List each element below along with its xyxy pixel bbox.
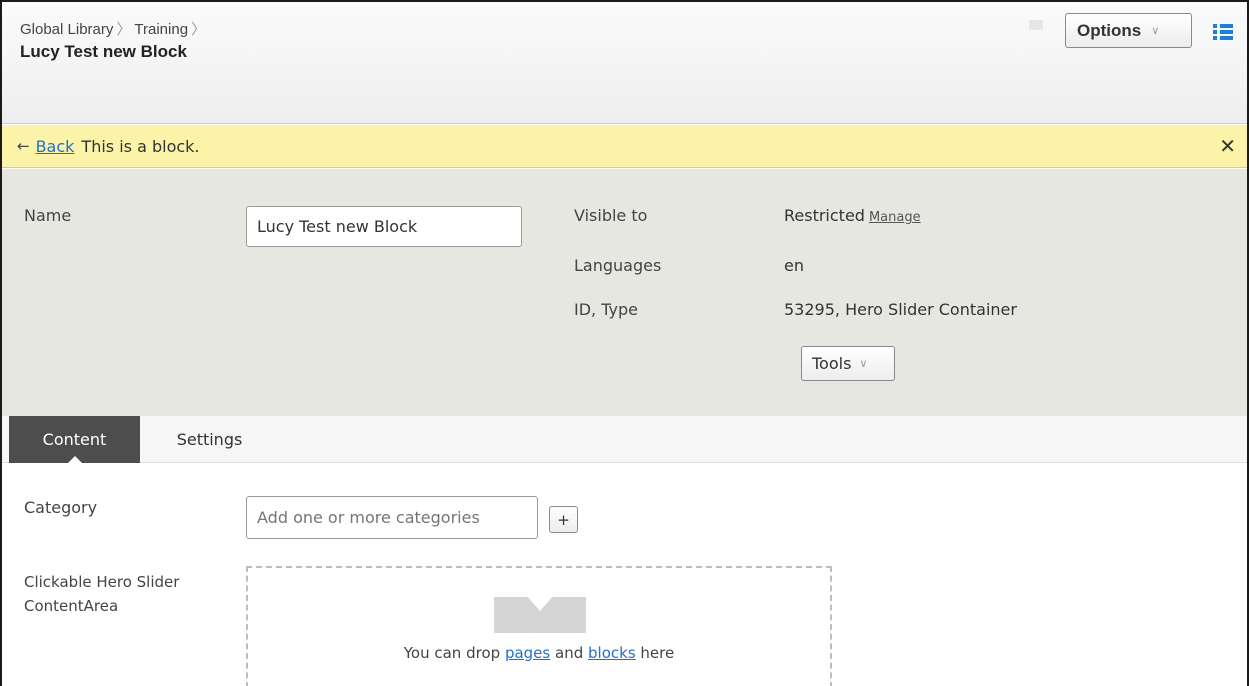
back-arrow-icon[interactable]: ← bbox=[17, 137, 30, 155]
tab-content[interactable]: Content bbox=[9, 416, 140, 464]
content-area-label-line2: ContentArea bbox=[24, 597, 119, 615]
chevron-down-icon: ∨ bbox=[1151, 25, 1160, 37]
content-area-dropzone[interactable]: You can drop pages and blocks here bbox=[246, 566, 832, 686]
content-panel: Category + Clickable Hero Slider Content… bbox=[2, 464, 1247, 686]
editor-window: Global Library 〉 Training 〉 Lucy Test new B… bbox=[0, 0, 1249, 686]
options-button[interactable]: Options ∨ bbox=[1065, 13, 1192, 48]
notification-message: This is a block. bbox=[81, 136, 200, 156]
drop-text-prefix: You can drop bbox=[403, 644, 501, 662]
breadcrumb: Global Library 〉 Training 〉 bbox=[20, 18, 209, 39]
id-type-label: ID, Type bbox=[574, 300, 638, 319]
tab-bar: Content Settings bbox=[2, 416, 1247, 464]
notification-bar: ← Back This is a block. ✕ bbox=[2, 125, 1247, 168]
languages-value: en bbox=[784, 256, 804, 275]
drop-text-and: and bbox=[555, 644, 584, 662]
options-button-label: Options bbox=[1077, 20, 1142, 40]
tools-button-label: Tools bbox=[812, 354, 852, 373]
breadcrumb-item-training[interactable]: Training bbox=[134, 21, 188, 38]
tab-settings[interactable]: Settings bbox=[152, 416, 267, 463]
manage-link[interactable]: Manage bbox=[869, 210, 921, 225]
comment-icon bbox=[1029, 20, 1043, 30]
id-type-value: 53295, Hero Slider Container bbox=[784, 300, 1017, 319]
tools-button[interactable]: Tools ∨ bbox=[801, 346, 895, 381]
category-input[interactable] bbox=[246, 496, 538, 539]
breadcrumb-separator-icon: 〉 bbox=[116, 21, 132, 38]
blocks-link[interactable]: blocks bbox=[588, 644, 636, 662]
tab-settings-label: Settings bbox=[176, 430, 243, 449]
name-field[interactable] bbox=[246, 206, 522, 247]
drop-text-suffix: here bbox=[640, 644, 675, 662]
content-area-label-line1: Clickable Hero Slider bbox=[24, 573, 180, 591]
back-link[interactable]: Back bbox=[36, 137, 75, 156]
list-view-icon[interactable] bbox=[1213, 23, 1233, 41]
languages-label: Languages bbox=[574, 256, 662, 275]
content-area-label: Clickable Hero Slider ContentArea bbox=[24, 570, 179, 618]
visible-to-value: Restricted bbox=[784, 206, 865, 225]
properties-panel: Name Visible to Restricted Manage Languag… bbox=[2, 169, 1247, 416]
breadcrumb-item-global-library[interactable]: Global Library bbox=[20, 21, 113, 38]
add-category-button[interactable]: + bbox=[549, 506, 578, 533]
category-label: Category bbox=[24, 498, 98, 517]
header: Global Library 〉 Training 〉 Lucy Test new B… bbox=[2, 2, 1247, 124]
drop-arrow-icon bbox=[494, 597, 586, 633]
name-label: Name bbox=[24, 206, 72, 225]
chevron-down-icon: ∨ bbox=[859, 357, 868, 370]
page-title: Lucy Test new Block bbox=[20, 42, 187, 61]
active-tab-indicator bbox=[67, 456, 83, 464]
breadcrumb-separator-icon: 〉 bbox=[191, 21, 207, 38]
drop-instructions: You can drop pages and blocks here bbox=[248, 644, 830, 662]
visible-to-label: Visible to bbox=[574, 206, 648, 225]
visible-to-value-group: Restricted Manage bbox=[784, 206, 921, 225]
close-icon[interactable]: ✕ bbox=[1219, 134, 1236, 158]
pages-link[interactable]: pages bbox=[505, 644, 550, 662]
tab-content-label: Content bbox=[42, 430, 107, 449]
